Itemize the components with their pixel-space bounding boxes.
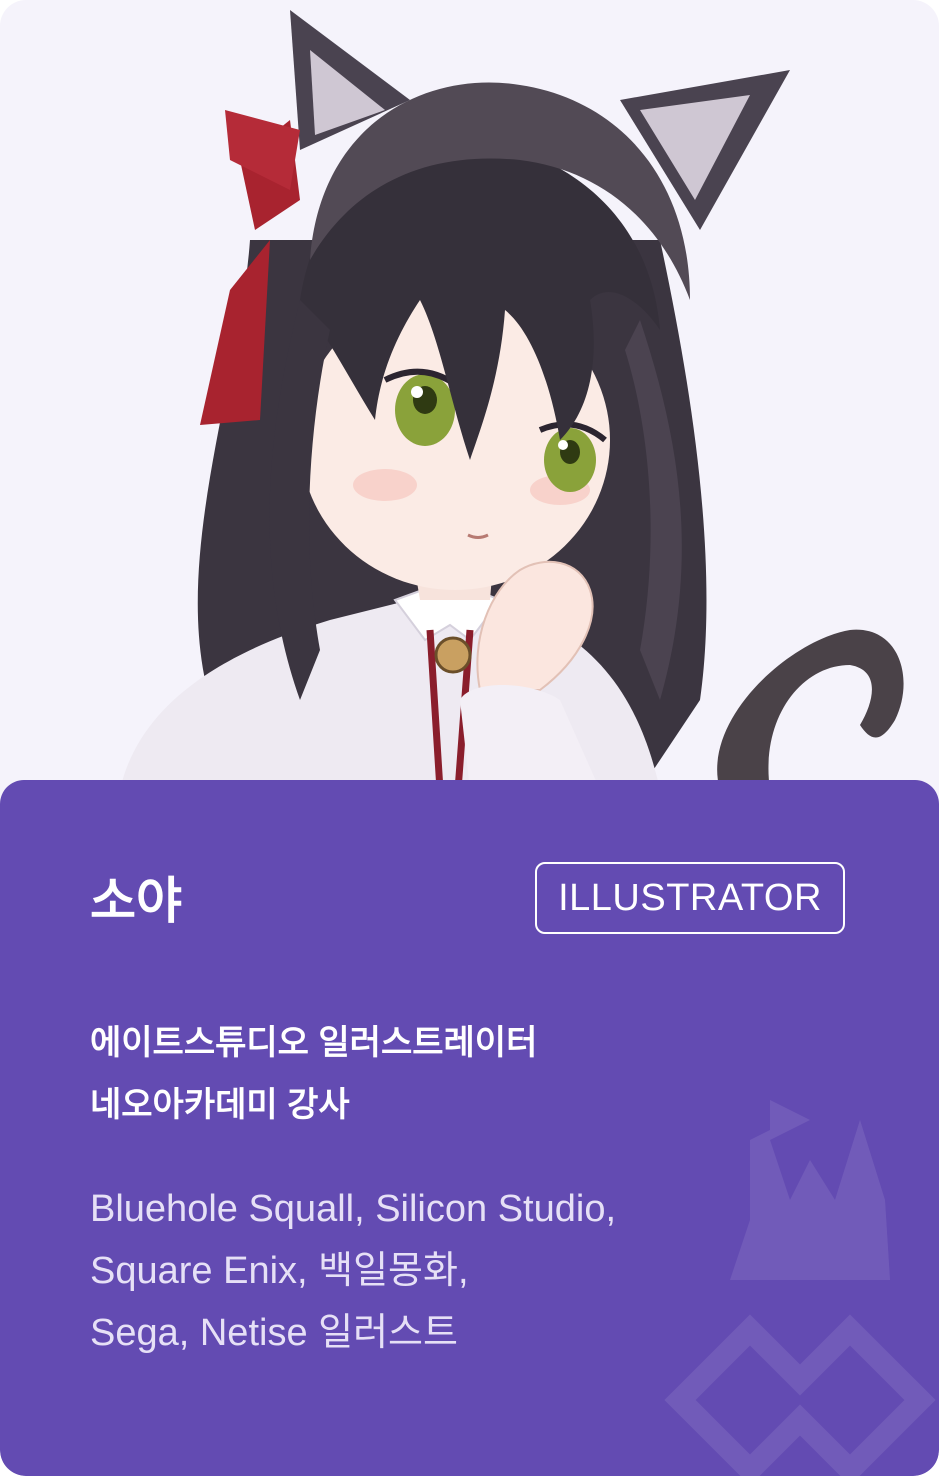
title-line: 네오아카데미 강사 [90,1086,350,1124]
castle-emblem-icon [664,1100,936,1476]
profile-name: 소야 [90,873,182,929]
profile-works: Bluehole Squall, Silicon Studio, Square … [90,1178,616,1364]
works-line: Bluehole Squall, Silicon Studio, [90,1188,617,1230]
profile-titles: 에이트스튜디오 일러스트레이터 네오아카데미 강사 [90,1012,537,1136]
character-illustration [0,0,939,800]
title-line: 에이트스튜디오 일러스트레이터 [90,1024,538,1062]
profile-panel: 소야 ILLUSTRATOR 에이트스튜디오 일러스트레이터 네오아카데미 강사… [0,780,939,1476]
profile-card: 소야 ILLUSTRATOR 에이트스튜디오 일러스트레이터 네오아카데미 강사… [0,0,939,1476]
role-badge: ILLUSTRATOR [535,862,845,934]
works-line: Square Enix, 백일몽화, [90,1250,469,1292]
works-line: Sega, Netise 일러스트 [90,1312,458,1354]
